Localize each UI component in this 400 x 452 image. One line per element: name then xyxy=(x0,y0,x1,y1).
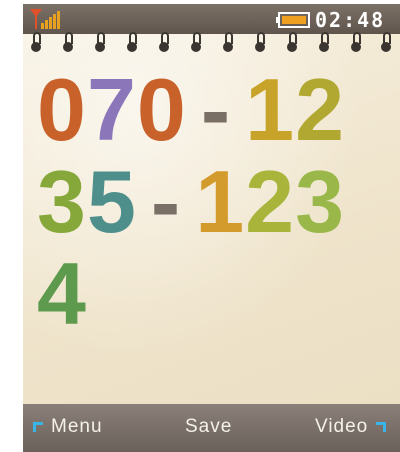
save-softkey[interactable]: Save xyxy=(185,416,232,438)
dialed-digits-line: 4 xyxy=(37,248,397,340)
left-softkey-arrow-icon xyxy=(33,422,43,432)
dash-separator: - xyxy=(150,152,182,251)
phone-screen: 02:48 070-12 35-123 4 Menu Save Video xyxy=(23,4,400,452)
softkey-bar: Menu Save Video xyxy=(23,404,400,452)
dialed-digit: 4 xyxy=(37,244,87,343)
signal-bars-icon xyxy=(30,9,60,29)
dialed-digit: 1 xyxy=(195,152,246,251)
dialed-digit: 5 xyxy=(86,152,137,251)
dialed-digit: 2 xyxy=(295,60,346,159)
dialed-digit: 2 xyxy=(245,152,296,251)
dialed-digit: 0 xyxy=(37,60,87,159)
dialed-digit: 0 xyxy=(136,60,187,159)
dialed-digit: 1 xyxy=(245,60,296,159)
dialed-digit: 7 xyxy=(86,60,137,159)
dialed-digit: 3 xyxy=(37,152,87,251)
menu-softkey[interactable]: Menu xyxy=(51,416,103,438)
right-softkey-arrow-icon xyxy=(376,422,386,432)
dialed-digit: 3 xyxy=(295,152,346,251)
status-bar: 02:48 xyxy=(23,4,400,34)
dialed-number-display: 070-12 35-123 4 xyxy=(37,64,397,340)
video-softkey[interactable]: Video xyxy=(315,416,368,438)
clock-time: 02:48 xyxy=(315,8,386,32)
dialed-digits-line: 35-123 xyxy=(37,156,397,248)
dash-separator: - xyxy=(200,60,232,159)
battery-icon xyxy=(276,12,310,28)
notebook-binding-holes xyxy=(23,32,400,58)
dialed-digits-line: 070-12 xyxy=(37,64,397,156)
